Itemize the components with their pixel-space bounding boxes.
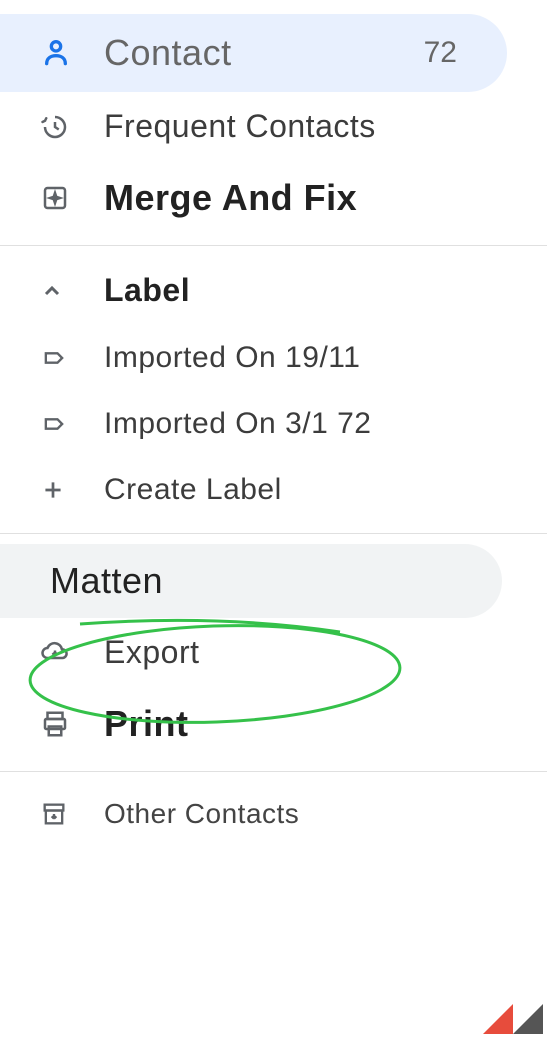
sidebar-label-imported-1[interactable]: Imported On 19/11 xyxy=(0,325,547,391)
sidebar-label-header[interactable]: Label xyxy=(0,256,547,325)
sidebar-label-imported-2[interactable]: Imported On 3/1 72 xyxy=(0,391,547,457)
frequent-label: Frequent Contacts xyxy=(104,108,547,145)
sidebar-item-frequent[interactable]: Frequent Contacts xyxy=(0,92,547,161)
print-label: Print xyxy=(104,703,547,745)
imported-label-1: Imported On 19/11 xyxy=(104,341,547,375)
plus-icon xyxy=(40,477,80,503)
label-header-text: Label xyxy=(104,272,547,309)
contact-label: Contact xyxy=(104,32,424,74)
sidebar-item-matten[interactable]: Matten xyxy=(0,544,502,618)
divider xyxy=(0,533,547,534)
other-contacts-label: Other Contacts xyxy=(104,798,547,830)
cloud-download-icon xyxy=(40,638,80,668)
sidebar-item-merge[interactable]: Merge And Fix xyxy=(0,161,547,235)
merge-label: Merge And Fix xyxy=(104,177,547,219)
sparkle-icon xyxy=(40,183,80,213)
print-icon xyxy=(40,709,80,739)
sidebar-item-export[interactable]: Export xyxy=(0,618,547,687)
sidebar-item-other-contacts[interactable]: Other Contacts xyxy=(0,782,547,846)
sidebar-item-print[interactable]: Print xyxy=(0,687,547,761)
export-label: Export xyxy=(104,634,547,671)
corner-logo-icon xyxy=(483,994,543,1034)
tag-icon xyxy=(40,410,80,438)
sidebar-item-contact[interactable]: Contact 72 xyxy=(0,14,507,92)
divider xyxy=(0,771,547,772)
clock-icon xyxy=(40,112,80,142)
sidebar-item-create-label[interactable]: Create Label xyxy=(0,457,547,523)
chevron-up-icon xyxy=(40,279,80,303)
contact-count: 72 xyxy=(424,36,457,70)
archive-icon xyxy=(40,800,80,828)
tag-icon xyxy=(40,344,80,372)
person-icon xyxy=(40,37,80,69)
imported-label-2: Imported On 3/1 72 xyxy=(104,407,547,441)
create-label-text: Create Label xyxy=(104,473,547,507)
divider xyxy=(0,245,547,246)
matten-label: Matten xyxy=(50,560,502,602)
